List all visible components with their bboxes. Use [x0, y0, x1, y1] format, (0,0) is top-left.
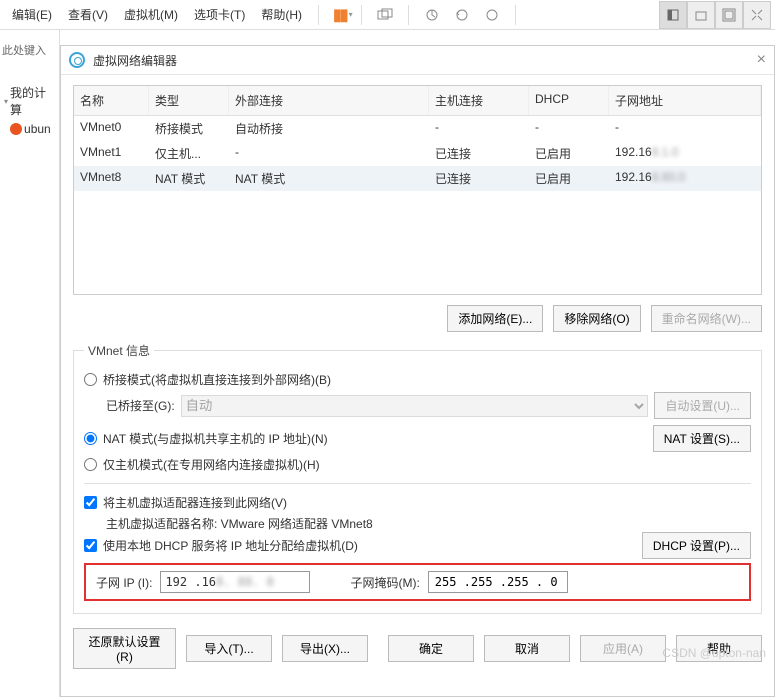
layout-fullscreen-icon[interactable] — [715, 1, 743, 29]
export-button[interactable]: 导出(X)... — [282, 635, 368, 662]
menu-vm[interactable]: 虚拟机(M) — [116, 2, 186, 27]
import-button[interactable]: 导入(T)... — [186, 635, 272, 662]
subnet-mask-input[interactable] — [428, 571, 568, 593]
dhcp-settings-button[interactable]: DHCP 设置(P)... — [642, 532, 751, 559]
table-row[interactable]: VMnet8NAT 模式NAT 模式已连接已启用192.168.80.0 — [74, 166, 761, 191]
cancel-button[interactable]: 取消 — [484, 635, 570, 662]
col-name: 名称 — [74, 86, 149, 115]
adapter-name-label: 主机虚拟适配器名称: VMware 网络适配器 VMnet8 — [106, 515, 373, 532]
menu-tabs[interactable]: 选项卡(T) — [186, 2, 253, 27]
menubar: 编辑(E) 查看(V) 虚拟机(M) 选项卡(T) 帮助(H) ▮▮▾ — [0, 0, 775, 30]
col-type: 类型 — [149, 86, 229, 115]
hostonly-radio[interactable]: 仅主机模式(在专用网络内连接虚拟机)(H) — [84, 452, 751, 477]
left-sidebar: 此处键入 ▾我的计算 ▸ubun — [0, 30, 60, 697]
auto-settings-button[interactable]: 自动设置(U)... — [654, 392, 751, 419]
snapshot-icon[interactable] — [421, 4, 443, 26]
col-ext: 外部连接 — [229, 86, 429, 115]
restore-defaults-button[interactable]: 还原默认设置(R) — [73, 628, 176, 669]
globe-icon — [69, 52, 85, 68]
apply-button[interactable]: 应用(A) — [580, 635, 666, 662]
menu-help[interactable]: 帮助(H) — [253, 2, 310, 27]
subnet-mask-label: 子网掩码(M): — [350, 574, 419, 591]
subnet-highlight: 子网 IP (I): 192 .168. 80. 0 子网掩码(M): — [84, 563, 751, 601]
network-table[interactable]: 名称 类型 外部连接 主机连接 DHCP 子网地址 VMnet0桥接模式自动桥接… — [73, 85, 762, 295]
col-subnet: 子网地址 — [609, 86, 761, 115]
subnet-ip-label: 子网 IP (I): — [96, 574, 152, 591]
vnet-editor-dialog: 虚拟网络编辑器 × 名称 类型 外部连接 主机连接 DHCP 子网地址 VMne… — [60, 45, 775, 697]
use-dhcp-check[interactable]: 使用本地 DHCP 服务将 IP 地址分配给虚拟机(D) — [84, 533, 358, 558]
vmnet-info-legend: VMnet 信息 — [84, 342, 154, 359]
pause-button[interactable]: ▮▮▾ — [333, 5, 353, 25]
snapshot-manage-icon[interactable] — [481, 4, 503, 26]
snapshot-revert-icon[interactable] — [451, 4, 473, 26]
menu-edit[interactable]: 编辑(E) — [4, 2, 60, 27]
remove-network-button[interactable]: 移除网络(O) — [553, 305, 640, 332]
connect-host-check[interactable]: 将主机虚拟适配器连接到此网络(V) — [84, 490, 751, 515]
nat-radio[interactable]: NAT 模式(与虚拟机共享主机的 IP 地址)(N) — [84, 426, 328, 451]
bridge-select[interactable]: 自动 — [181, 395, 649, 417]
col-host: 主机连接 — [429, 86, 529, 115]
table-row[interactable]: VMnet1仅主机...-已连接已启用192.168.1.0 — [74, 141, 761, 166]
layout-single-icon[interactable] — [659, 1, 687, 29]
vmnet-info: VMnet 信息 桥接模式(将虚拟机直接连接到外部网络)(B) 已桥接至(G):… — [73, 342, 762, 614]
rename-network-button[interactable]: 重命名网络(W)... — [651, 305, 762, 332]
add-network-button[interactable]: 添加网络(E)... — [447, 305, 543, 332]
nat-settings-button[interactable]: NAT 设置(S)... — [653, 425, 751, 452]
close-icon[interactable]: × — [757, 51, 766, 69]
menu-view[interactable]: 查看(V) — [60, 2, 116, 27]
bridge-to-label: 已桥接至(G): — [106, 397, 175, 414]
help-button[interactable]: 帮助 — [676, 635, 762, 662]
ok-button[interactable]: 确定 — [388, 635, 474, 662]
send-keys-icon[interactable] — [374, 4, 396, 26]
tree-ubuntu[interactable]: ▸ubun — [0, 120, 59, 138]
search-hint[interactable]: 此处键入 — [0, 38, 59, 62]
tree-my-computer[interactable]: ▾我的计算 — [0, 82, 59, 120]
ubuntu-icon — [10, 123, 22, 135]
col-dhcp: DHCP — [529, 86, 609, 115]
table-row[interactable]: VMnet0桥接模式自动桥接--- — [74, 116, 761, 141]
layout-tabs-icon[interactable] — [687, 1, 715, 29]
layout-unity-icon[interactable] — [743, 1, 771, 29]
dialog-title: 虚拟网络编辑器 — [93, 52, 177, 69]
bridge-radio[interactable]: 桥接模式(将虚拟机直接连接到外部网络)(B) — [84, 367, 751, 392]
